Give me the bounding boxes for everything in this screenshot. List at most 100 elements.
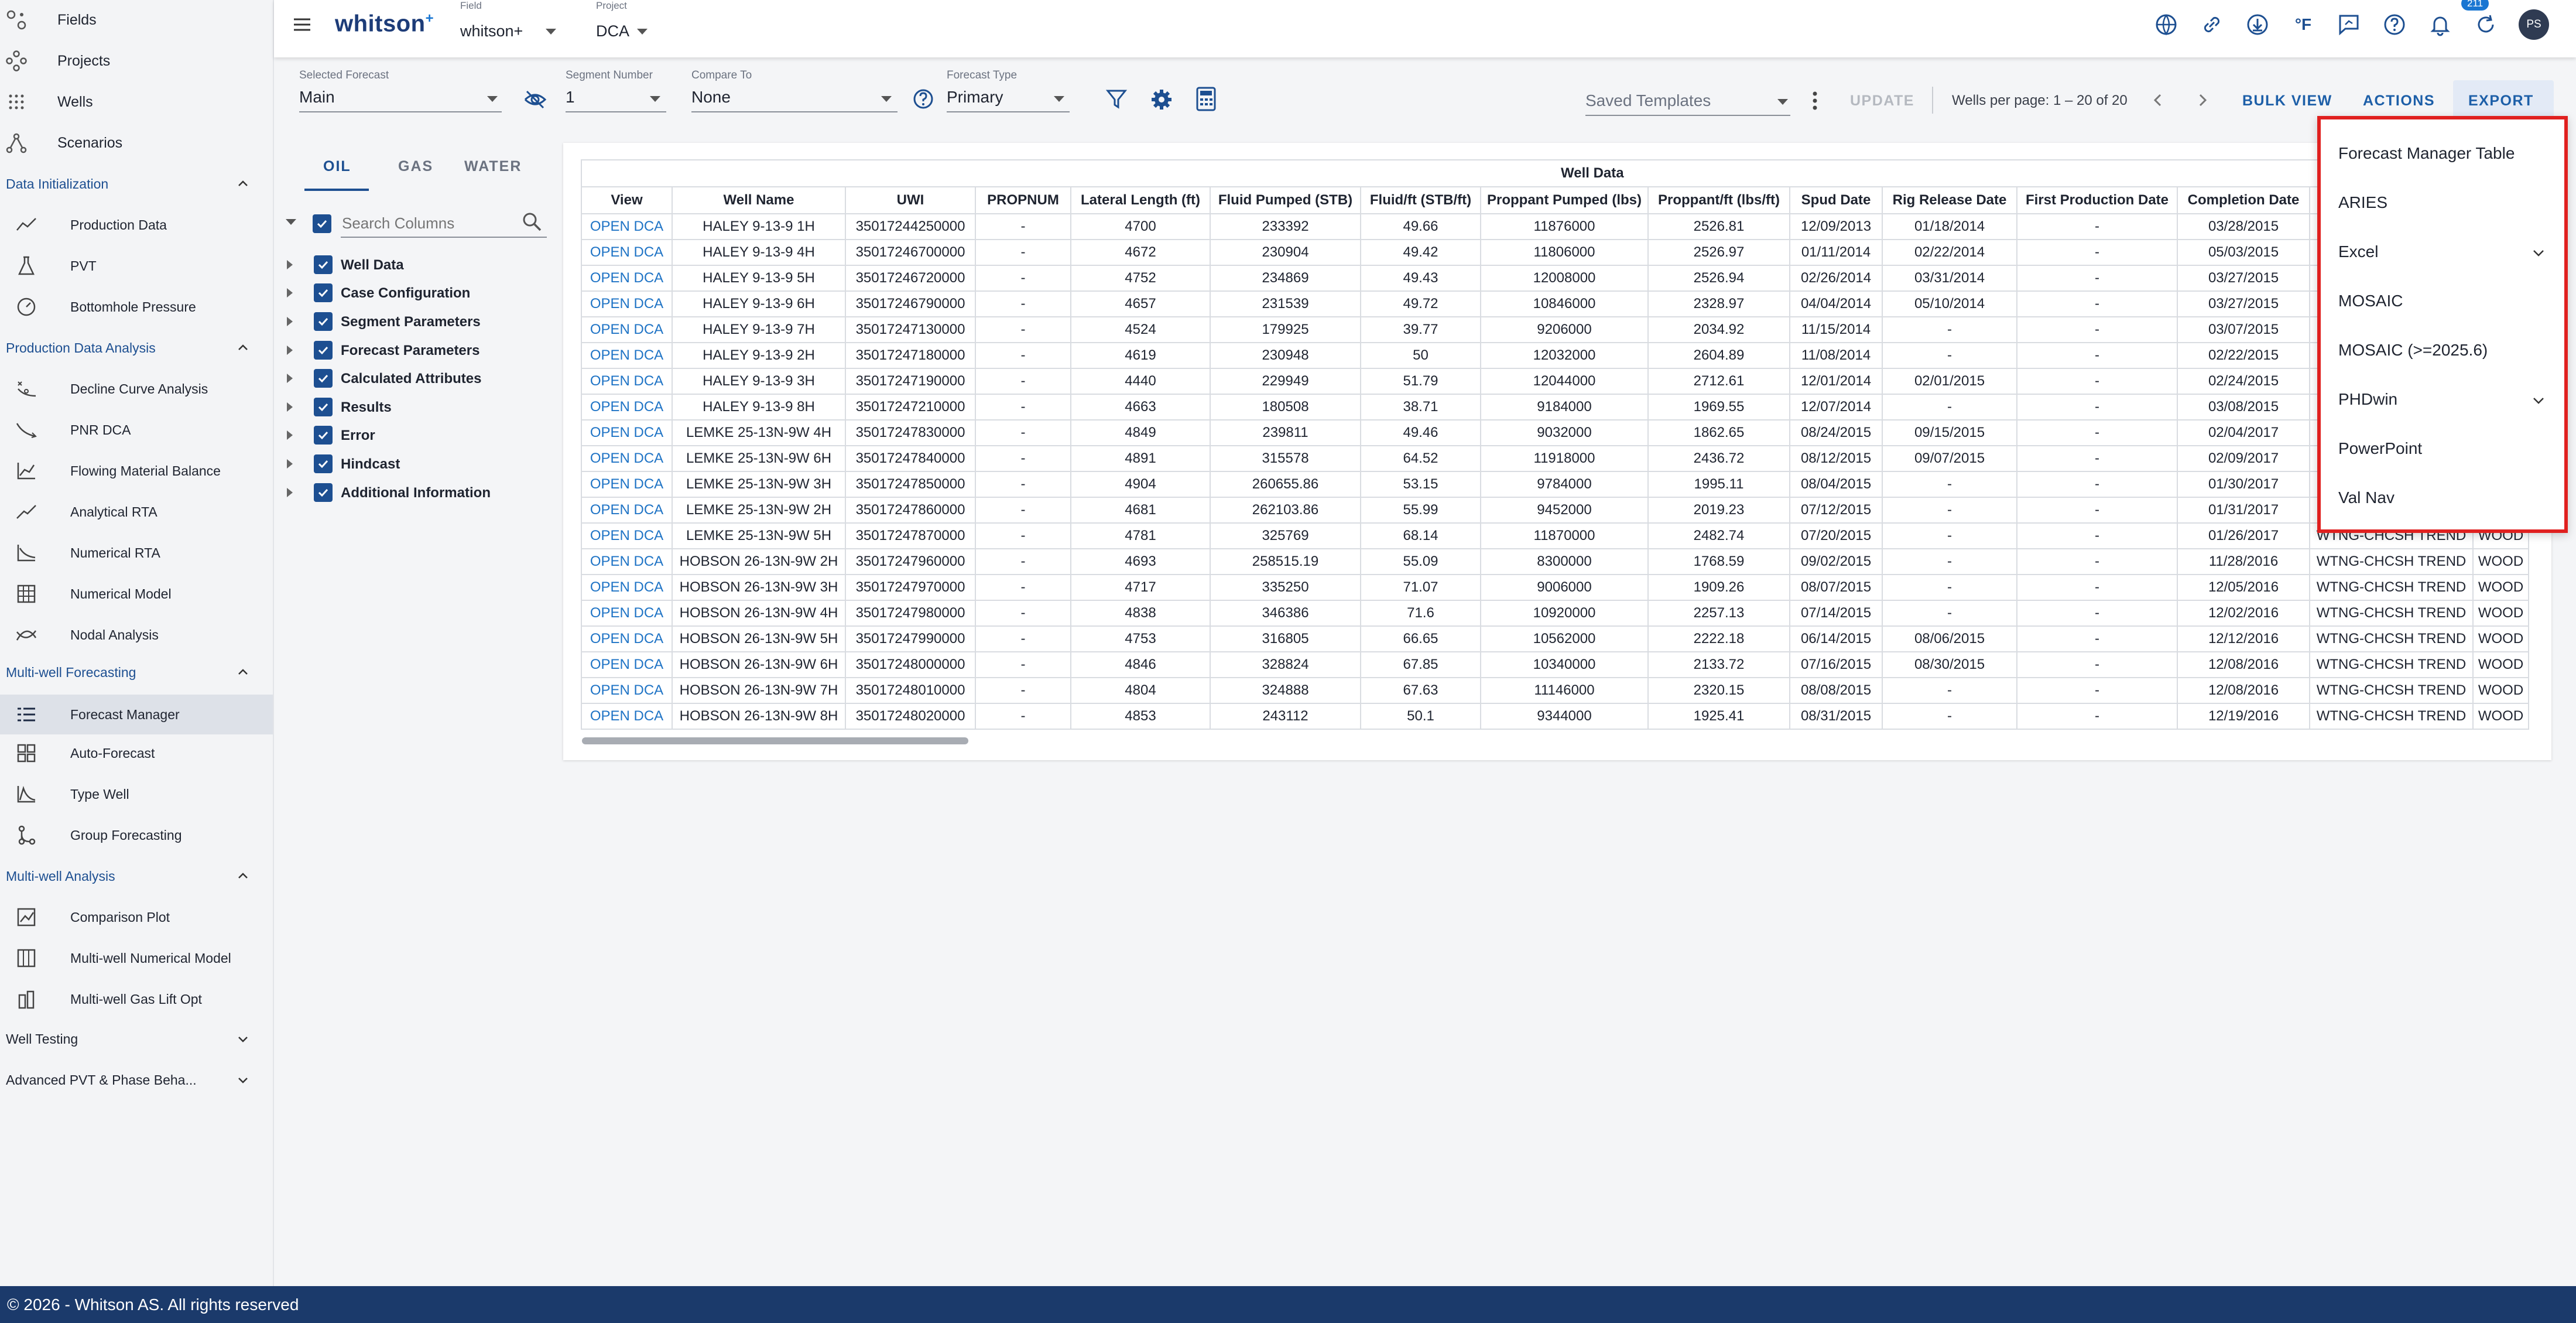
table-row[interactable]: OPEN DCA HALEY 9-13-9 2H 35017247180000-46…: [581, 342, 2529, 369]
open-dca-link[interactable]: OPEN DCA: [581, 600, 673, 627]
forecast-type-caret-icon[interactable]: [1054, 96, 1064, 102]
table-row[interactable]: OPEN DCA HALEY 9-13-9 4H 35017246700000-46…: [581, 239, 2529, 266]
sidebar-item-production-data[interactable]: Production Data: [0, 207, 273, 242]
app-logo[interactable]: whitson+: [335, 11, 434, 37]
open-dca-link[interactable]: OPEN DCA: [581, 290, 673, 317]
open-dca-link[interactable]: OPEN DCA: [581, 265, 673, 292]
open-dca-link[interactable]: OPEN DCA: [581, 213, 673, 240]
export-val-nav[interactable]: Val Nav: [2321, 474, 2564, 521]
tab-gas[interactable]: GAS: [398, 158, 433, 175]
sidebar-item-scenarios[interactable]: Scenarios: [0, 125, 122, 160]
table-row[interactable]: OPEN DCA HALEY 9-13-9 6H 35017246790000-46…: [581, 290, 2529, 317]
horizontal-scrollbar[interactable]: [582, 737, 968, 744]
open-dca-link[interactable]: OPEN DCA: [581, 574, 673, 601]
group-checkbox[interactable]: [314, 454, 333, 473]
table-row[interactable]: OPEN DCA HOBSON 26-13N-9W 2H 3501724796000…: [581, 548, 2529, 575]
table-row[interactable]: OPEN DCA HOBSON 26-13N-9W 3H 3501724797000…: [581, 574, 2529, 601]
sidebar-item-type-well[interactable]: Type Well: [0, 777, 273, 812]
sidebar-item-numerical-rta[interactable]: Numerical RTA: [0, 535, 273, 570]
selected-forecast-caret-icon[interactable]: [487, 96, 498, 102]
sidebar-item-auto-forecast[interactable]: Auto-Forecast: [0, 736, 273, 771]
table-row[interactable]: OPEN DCA HOBSON 26-13N-9W 4H 3501724798000…: [581, 600, 2529, 627]
expand-arrow-icon[interactable]: [287, 488, 293, 497]
sidebar-item-forecast-manager[interactable]: Forecast Manager: [0, 695, 273, 734]
more-vert-icon[interactable]: [1811, 89, 1818, 112]
group-checkbox[interactable]: [314, 369, 333, 388]
export-button[interactable]: EXPORT: [2468, 93, 2534, 110]
group-checkbox[interactable]: [314, 483, 333, 502]
group-checkbox[interactable]: [314, 426, 333, 445]
section-multi-well-forecasting[interactable]: Multi-well Forecasting: [0, 655, 273, 690]
export-aries[interactable]: ARIES: [2321, 179, 2564, 226]
sidebar-item-projects[interactable]: Projects: [0, 43, 110, 78]
sidebar-item-bottomhole-pressure[interactable]: Bottomhole Pressure: [0, 289, 273, 324]
table-row[interactable]: OPEN DCA HALEY 9-13-9 8H 35017247210000-46…: [581, 394, 2529, 421]
open-dca-link[interactable]: OPEN DCA: [581, 342, 673, 369]
expand-arrow-icon[interactable]: [287, 346, 293, 355]
table-row[interactable]: OPEN DCA HOBSON 26-13N-9W 5H 3501724799000…: [581, 625, 2529, 652]
link-icon[interactable]: [2198, 11, 2226, 39]
table-row[interactable]: OPEN DCA HALEY 9-13-9 5H 35017246720000-47…: [581, 265, 2529, 292]
column-header[interactable]: Fluid Pumped (STB): [1210, 186, 1361, 214]
search-columns-input[interactable]: [341, 211, 519, 235]
sidebar-item-pnr-dca[interactable]: PNR DCA: [0, 412, 273, 447]
field-dropdown-caret-icon[interactable]: [546, 29, 556, 35]
column-header[interactable]: Fluid/ft (STB/ft): [1360, 186, 1481, 214]
open-dca-link[interactable]: OPEN DCA: [581, 677, 673, 704]
open-dca-link[interactable]: OPEN DCA: [581, 419, 673, 446]
expand-arrow-icon[interactable]: [287, 459, 293, 469]
help-icon[interactable]: [2380, 11, 2409, 39]
table-row[interactable]: OPEN DCA HALEY 9-13-9 7H 35017247130000-45…: [581, 316, 2529, 343]
open-dca-link[interactable]: OPEN DCA: [581, 471, 673, 498]
notifications-bell-icon[interactable]: [2426, 11, 2454, 39]
section-well-testing[interactable]: Well Testing: [0, 1021, 273, 1057]
sidebar-item-nodal-analysis[interactable]: Nodal Analysis: [0, 617, 273, 652]
tab-oil[interactable]: OIL: [323, 158, 351, 175]
forecast-type-select[interactable]: Primary: [947, 88, 1003, 107]
expand-arrow-icon[interactable]: [287, 260, 293, 269]
export-mosaic[interactable]: MOSAIC: [2321, 278, 2564, 324]
open-dca-link[interactable]: OPEN DCA: [581, 651, 673, 678]
export-phdwin[interactable]: PHDwin: [2321, 376, 2564, 423]
section-multi-well-analysis[interactable]: Multi-well Analysis: [0, 859, 273, 894]
project-select[interactable]: DCA: [596, 22, 629, 40]
sidebar-item-wells[interactable]: Wells: [0, 84, 93, 119]
sidebar-item-pvt[interactable]: PVT: [0, 248, 273, 283]
group-checkbox[interactable]: [314, 283, 333, 302]
download-icon[interactable]: [2243, 11, 2272, 39]
chevron-left-icon[interactable]: [2150, 90, 2166, 110]
project-dropdown-caret-icon[interactable]: [637, 29, 648, 35]
search-icon[interactable]: [521, 211, 543, 233]
temperature-unit-toggle[interactable]: °F: [2289, 11, 2317, 39]
calculator-icon[interactable]: [1195, 87, 1217, 111]
sidebar-item-fields[interactable]: Fields: [0, 2, 97, 37]
compare-to-caret-icon[interactable]: [881, 96, 892, 102]
open-dca-link[interactable]: OPEN DCA: [581, 394, 673, 421]
sidebar-item-group-forecasting[interactable]: Group Forecasting: [0, 818, 273, 853]
globe-icon[interactable]: [2152, 11, 2180, 39]
section-production-data-analysis[interactable]: Production Data Analysis: [0, 330, 273, 365]
saved-templates-select[interactable]: Saved Templates: [1585, 91, 1711, 110]
open-dca-link[interactable]: OPEN DCA: [581, 368, 673, 395]
expand-arrow-icon[interactable]: [287, 317, 293, 326]
column-header[interactable]: Proppant/ft (lbs/ft): [1647, 186, 1790, 214]
table-row[interactable]: OPEN DCA LEMKE 25-13N-9W 5H 35017247870000…: [581, 522, 2529, 549]
expand-all-caret-icon[interactable]: [286, 219, 296, 225]
table-row[interactable]: OPEN DCA HALEY 9-13-9 1H 35017244250000-47…: [581, 213, 2529, 240]
column-header[interactable]: PROPNUM: [975, 186, 1071, 214]
sidebar-item-multi-well-numerical-model[interactable]: Multi-well Numerical Model: [0, 941, 273, 976]
feedback-icon[interactable]: [2335, 11, 2363, 39]
open-dca-link[interactable]: OPEN DCA: [581, 239, 673, 266]
table-row[interactable]: OPEN DCA LEMKE 25-13N-9W 2H 35017247860000…: [581, 497, 2529, 524]
avatar[interactable]: PS: [2519, 9, 2549, 40]
settings-gear-icon[interactable]: [1150, 88, 1173, 111]
column-header[interactable]: First Production Date: [2016, 186, 2178, 214]
table-row[interactable]: OPEN DCA LEMKE 25-13N-9W 4H 35017247830000…: [581, 419, 2529, 446]
export-mosaic-2025[interactable]: MOSAIC (>=2025.6): [2321, 327, 2564, 374]
expand-arrow-icon[interactable]: [287, 430, 293, 440]
column-header[interactable]: View: [581, 186, 673, 214]
open-dca-link[interactable]: OPEN DCA: [581, 445, 673, 472]
export-powerpoint[interactable]: PowerPoint: [2321, 425, 2564, 472]
column-header[interactable]: UWI: [845, 186, 976, 214]
help-circle-icon[interactable]: [912, 88, 934, 110]
